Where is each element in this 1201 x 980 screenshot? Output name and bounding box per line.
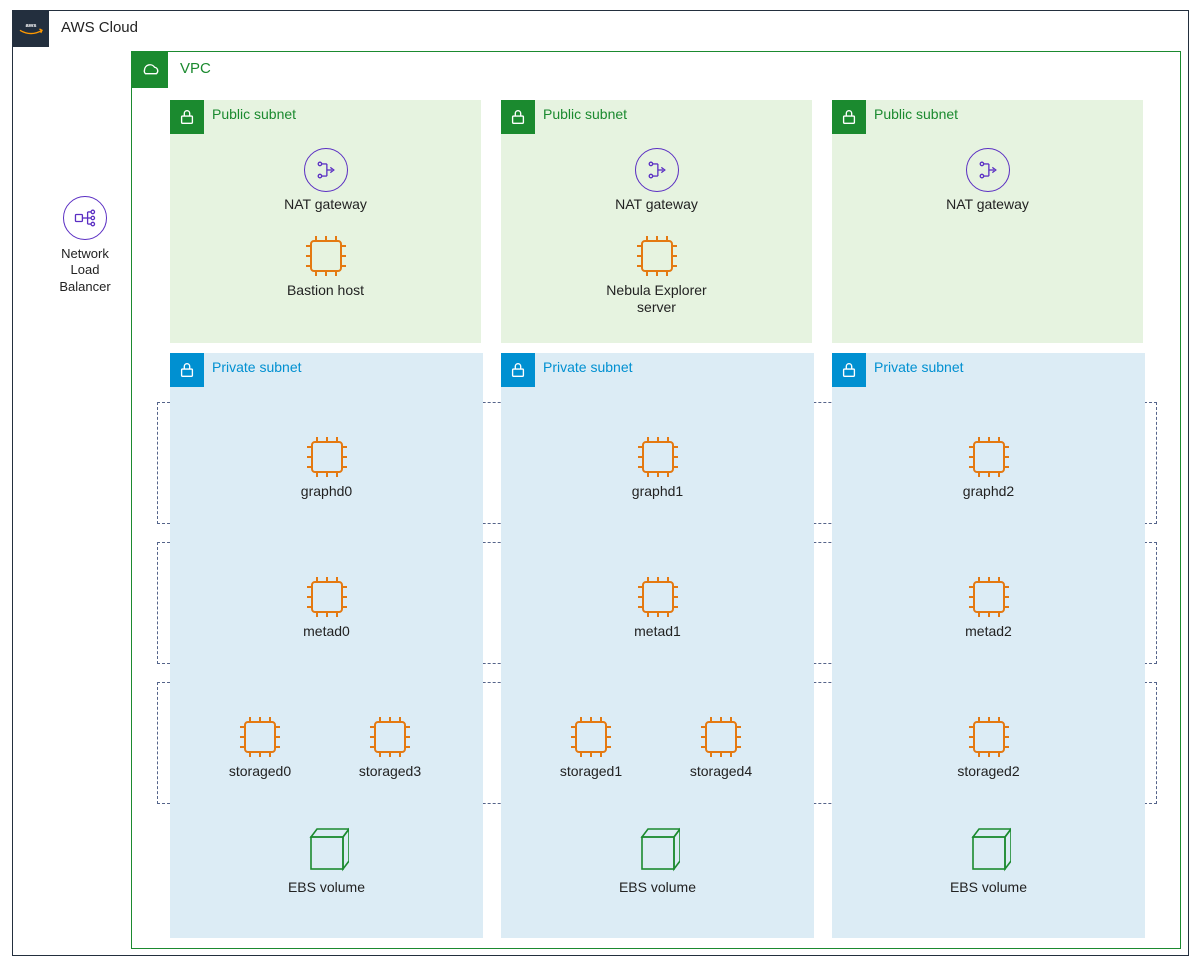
instance-icon xyxy=(238,715,282,759)
metad-label: metad1 xyxy=(501,623,814,640)
private-subnet-0: Private subnet graphd0 metad0 storaged0 … xyxy=(170,353,483,938)
storaged-label: storaged3 xyxy=(335,763,445,780)
nat-gateway-label: NAT gateway xyxy=(501,196,812,213)
aws-cloud-container: aws AWS Cloud NetworkLoadBalancer VPC Pu… xyxy=(12,10,1189,956)
public-subnet-1: Public subnet NAT gateway Nebula Explore… xyxy=(501,100,812,343)
ebs-volume-icon xyxy=(967,825,1011,875)
ebs-volume-label: EBS volume xyxy=(832,879,1145,896)
nat-gateway-icon xyxy=(966,148,1010,192)
instance-icon xyxy=(636,575,680,619)
subnet-lock-icon xyxy=(501,353,535,387)
metad-node: metad2 xyxy=(832,575,1145,640)
nat-gateway: NAT gateway xyxy=(501,148,812,213)
private-subnet-label: Private subnet xyxy=(543,359,633,375)
ebs-volume-label: EBS volume xyxy=(501,879,814,896)
graphd-label: graphd2 xyxy=(832,483,1145,500)
instance-icon xyxy=(967,575,1011,619)
instance-icon xyxy=(368,715,412,759)
subnet-lock-icon xyxy=(501,100,535,134)
bastion-host-label: Bastion host xyxy=(170,282,481,299)
vpc-container: VPC Public subnet NAT gateway Bastion ho… xyxy=(131,51,1181,949)
aws-cloud-label: AWS Cloud xyxy=(61,19,138,36)
storaged-node: storaged4 xyxy=(666,715,776,780)
nat-gateway-label: NAT gateway xyxy=(832,196,1143,213)
storaged-label: storaged1 xyxy=(536,763,646,780)
storaged-node: storaged2 xyxy=(832,715,1145,780)
ebs-volume: EBS volume xyxy=(832,825,1145,896)
bastion-host: Bastion host xyxy=(170,234,481,299)
nat-gateway-label: NAT gateway xyxy=(170,196,481,213)
instance-icon xyxy=(699,715,743,759)
vpc-label: VPC xyxy=(180,60,211,77)
private-subnet-label: Private subnet xyxy=(212,359,302,375)
instance-icon xyxy=(305,435,349,479)
public-subnet-label: Public subnet xyxy=(212,106,296,122)
subnet-lock-icon xyxy=(832,100,866,134)
storaged-node: storaged3 xyxy=(335,715,445,780)
ebs-volume-icon xyxy=(636,825,680,875)
ebs-volume-icon xyxy=(305,825,349,875)
public-subnet-2: Public subnet NAT gateway xyxy=(832,100,1143,343)
subnet-lock-icon xyxy=(170,100,204,134)
nlb-label: NetworkLoadBalancer xyxy=(43,246,127,295)
storaged-node: storaged0 xyxy=(205,715,315,780)
nat-gateway-icon xyxy=(635,148,679,192)
metad-label: metad0 xyxy=(170,623,483,640)
instance-icon xyxy=(305,575,349,619)
aws-logo-icon: aws xyxy=(13,11,49,47)
graphd-label: graphd1 xyxy=(501,483,814,500)
storaged-label: storaged4 xyxy=(666,763,776,780)
public-subnet-label: Public subnet xyxy=(874,106,958,122)
metad-node: metad0 xyxy=(170,575,483,640)
instance-icon xyxy=(569,715,613,759)
graphd-node: graphd2 xyxy=(832,435,1145,500)
storaged-label: storaged0 xyxy=(205,763,315,780)
nat-gateway-icon xyxy=(304,148,348,192)
vpc-icon xyxy=(132,52,168,88)
instance-icon xyxy=(967,715,1011,759)
graphd-label: graphd0 xyxy=(170,483,483,500)
metad-node: metad1 xyxy=(501,575,814,640)
nat-gateway: NAT gateway xyxy=(170,148,481,213)
graphd-node: graphd0 xyxy=(170,435,483,500)
public-subnet-label: Public subnet xyxy=(543,106,627,122)
nat-gateway: NAT gateway xyxy=(832,148,1143,213)
storaged-label: storaged2 xyxy=(832,763,1145,780)
network-load-balancer: NetworkLoadBalancer xyxy=(43,196,127,295)
instance-icon xyxy=(635,234,679,278)
storaged-node: storaged1 xyxy=(536,715,646,780)
nebula-explorer-server: Nebula Explorerserver xyxy=(501,234,812,316)
private-subnet-1: Private subnet graphd1 metad1 storaged1 … xyxy=(501,353,814,938)
ebs-volume: EBS volume xyxy=(501,825,814,896)
instance-icon xyxy=(967,435,1011,479)
private-subnet-2: Private subnet graphd2 metad2 storaged2 … xyxy=(832,353,1145,938)
public-subnet-0: Public subnet NAT gateway Bastion host xyxy=(170,100,481,343)
load-balancer-icon xyxy=(63,196,107,240)
subnet-lock-icon xyxy=(170,353,204,387)
ebs-volume-label: EBS volume xyxy=(170,879,483,896)
instance-icon xyxy=(636,435,680,479)
ebs-volume: EBS volume xyxy=(170,825,483,896)
subnet-lock-icon xyxy=(832,353,866,387)
svg-text:aws: aws xyxy=(25,23,37,29)
instance-icon xyxy=(304,234,348,278)
private-subnet-label: Private subnet xyxy=(874,359,964,375)
graphd-node: graphd1 xyxy=(501,435,814,500)
metad-label: metad2 xyxy=(832,623,1145,640)
nebula-explorer-label: Nebula Explorerserver xyxy=(501,282,812,316)
